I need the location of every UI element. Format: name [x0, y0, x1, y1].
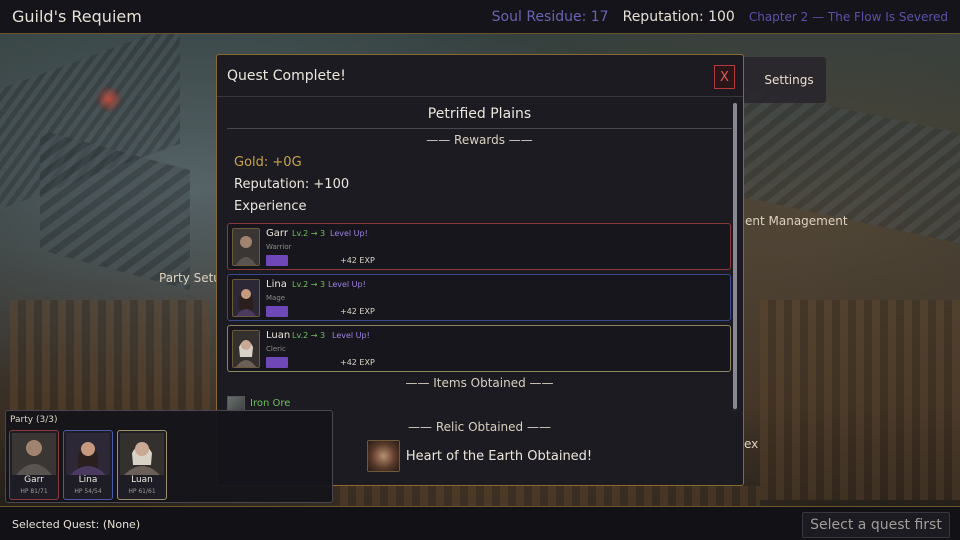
level-change: Lv.2 → 3 [292, 229, 326, 238]
member-class: Warrior [266, 243, 292, 251]
party-member-name: Garr [24, 475, 44, 485]
party-member-hp: HP 81/71 [20, 488, 48, 495]
avatar [232, 228, 260, 266]
party-panel: Party (3/3) Garr HP 81/71 Lina HP 54/54 … [5, 410, 333, 503]
rewards-header: —— Rewards —— [426, 133, 533, 147]
game-title: Guild's Requiem [12, 7, 142, 26]
party-member-hp: HP 61/61 [128, 488, 156, 495]
item-name: Iron Ore [250, 398, 291, 409]
party-member-hp: HP 54/54 [74, 488, 102, 495]
party-card-garr[interactable]: Garr HP 81/71 [9, 430, 59, 500]
member-name: Garr [266, 228, 288, 239]
relic-heart-icon [366, 440, 400, 472]
party-member-exp-row: Lina Lv.2 → 3 Level Up! Mage +42 EXP [227, 274, 731, 321]
exp-gain: +42 EXP [340, 358, 375, 367]
exp-bar [266, 306, 288, 317]
settings-label: Settings [764, 73, 814, 87]
top-stats: Soul Residue: 17 Reputation: 100 Chapter… [492, 9, 948, 25]
background-menu-item[interactable]: ex [744, 437, 758, 451]
party-card-lina[interactable]: Lina HP 54/54 [63, 430, 113, 500]
avatar [120, 433, 164, 475]
scrollbar-thumb[interactable] [733, 103, 737, 409]
select-quest-label: Select a quest first [810, 517, 942, 533]
reputation-counter: Reputation: 100 [622, 8, 735, 25]
management-button[interactable]: ent Management [745, 214, 848, 228]
exp-bar [266, 357, 288, 368]
close-button[interactable]: X [714, 65, 735, 89]
member-name: Luan [266, 330, 291, 341]
exp-gain: +42 EXP [340, 307, 375, 316]
level-up-badge: Level Up! [330, 229, 368, 238]
soul-residue-counter: Soul Residue: 17 [491, 8, 609, 25]
level-up-badge: Level Up! [332, 331, 370, 340]
modal-header: Quest Complete! [217, 55, 743, 97]
member-class: Cleric [266, 345, 286, 353]
exp-gain: +42 EXP [340, 256, 375, 265]
quest-location: Petrified Plains [227, 99, 732, 129]
member-class: Mage [266, 294, 286, 302]
items-header: —— Items Obtained —— [405, 376, 554, 390]
party-card-luan[interactable]: Luan HP 61/61 [117, 430, 167, 500]
reputation-reward: Reputation: +100 [234, 177, 350, 192]
close-icon: X [720, 69, 729, 85]
party-member-name: Lina [78, 475, 98, 485]
experience-label: Experience [234, 199, 307, 214]
exp-bar [266, 255, 288, 266]
avatar [232, 279, 260, 317]
level-up-badge: Level Up! [328, 280, 366, 289]
selected-quest-label: Selected Quest: (None) [12, 518, 141, 531]
gold-reward: Gold: +0G [234, 155, 302, 170]
party-title: Party (3/3) [10, 415, 58, 425]
avatar [12, 433, 56, 475]
relic-name: Heart of the Earth Obtained! [405, 448, 593, 464]
party-member-exp-row: Luan Lv.2 → 3 Level Up! Cleric +42 EXP [227, 325, 731, 372]
select-quest-button[interactable]: Select a quest first [802, 512, 950, 538]
member-name: Lina [266, 279, 287, 290]
avatar [66, 433, 110, 475]
party-member-name: Luan [131, 475, 153, 485]
modal-title: Quest Complete! [227, 67, 346, 84]
level-change: Lv.2 → 3 [292, 280, 326, 289]
level-change: Lv.2 → 3 [292, 331, 326, 340]
avatar [232, 330, 260, 368]
bottom-bar: Selected Quest: (None) Select a quest fi… [0, 506, 960, 540]
top-bar: Guild's Requiem Soul Residue: 17 Reputat… [0, 0, 960, 34]
chapter-label: Chapter 2 — The Flow Is Severed [748, 9, 948, 24]
party-member-exp-row: Garr Lv.2 → 3 Level Up! Warrior +42 EXP [227, 223, 731, 270]
party-setup-button[interactable]: Party Setu [159, 271, 221, 285]
